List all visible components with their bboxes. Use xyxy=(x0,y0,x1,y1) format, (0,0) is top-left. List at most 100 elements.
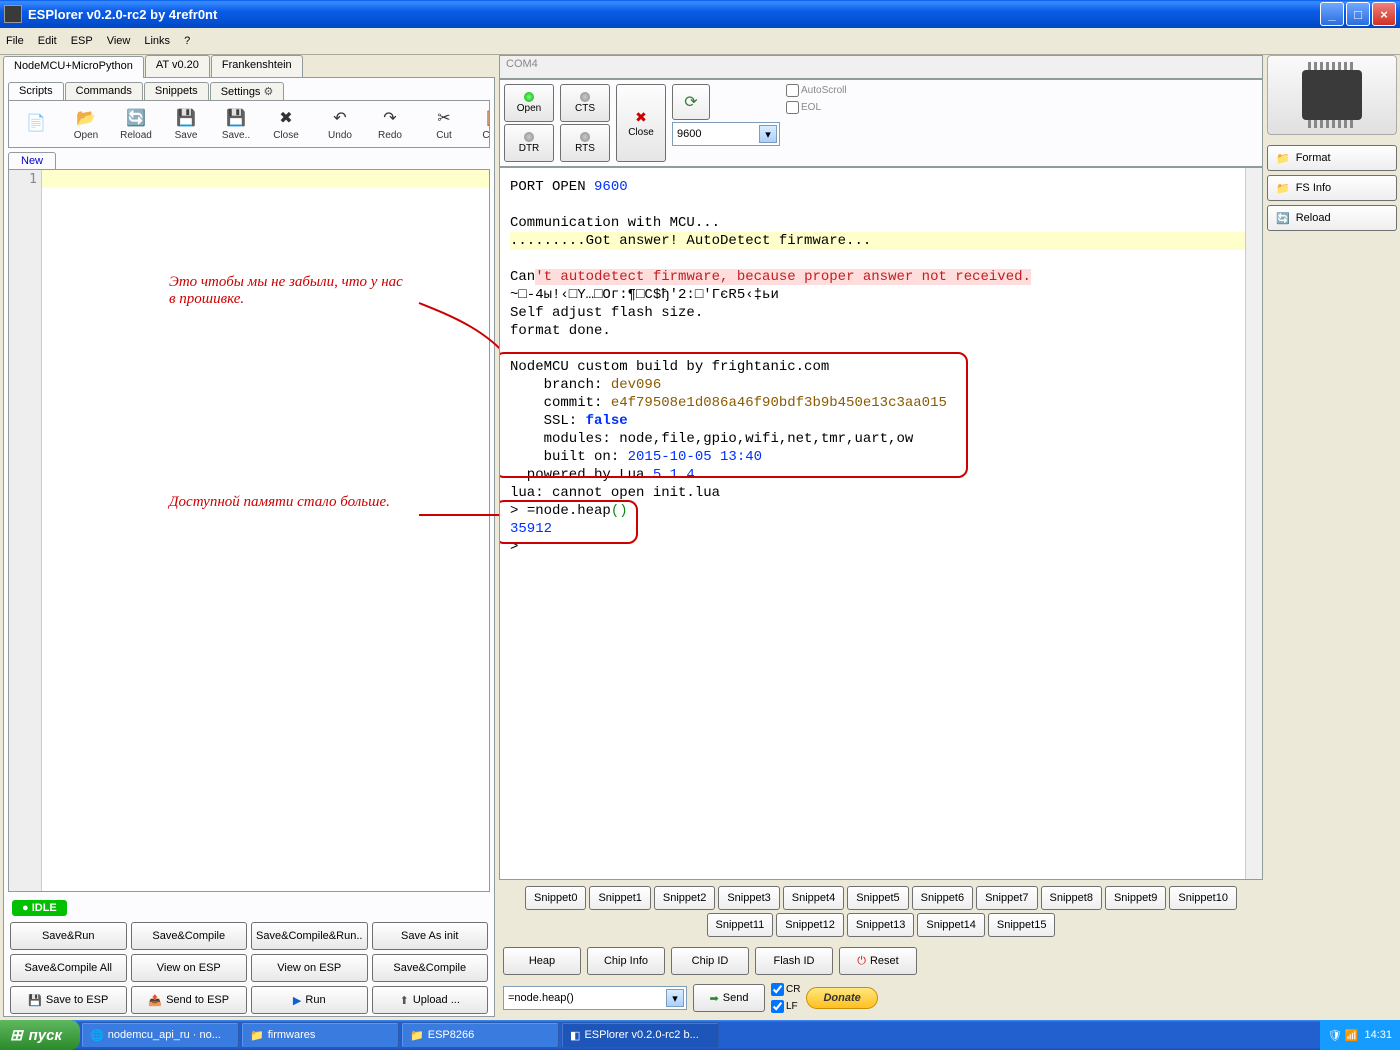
folder-icon: 📁 xyxy=(1276,182,1290,195)
open-port-button[interactable]: Open xyxy=(504,84,554,122)
tool-open[interactable]: 📂Open xyxy=(61,106,111,143)
run-button[interactable]: ▶Run xyxy=(251,986,368,1014)
view-on-esp-button[interactable]: View on ESP xyxy=(251,954,368,982)
fsinfo-button[interactable]: 📁FS Info xyxy=(1267,175,1397,201)
save-compile-all-button[interactable]: Save&Compile All xyxy=(10,954,127,982)
donate-button[interactable]: Donate xyxy=(806,987,877,1009)
menu-help[interactable]: ? xyxy=(184,35,190,47)
tab-at[interactable]: AT v0.20 xyxy=(145,55,210,77)
autoscroll-check[interactable]: AutoScroll xyxy=(786,84,847,97)
reload-icon: 🔄 xyxy=(1276,212,1290,225)
tool-icon: 🔄 xyxy=(126,108,146,128)
taskbar-item[interactable]: 📁ESP8266 xyxy=(401,1022,559,1048)
upload--button[interactable]: ⬆Upload ... xyxy=(372,986,489,1014)
tool-save..[interactable]: 💾Save.. xyxy=(211,106,261,143)
save-compile-run--button[interactable]: Save&Compile&Run.. xyxy=(251,922,368,950)
subtab-settings[interactable]: Settings xyxy=(210,82,285,100)
tool-close[interactable]: ✖Close xyxy=(261,106,311,143)
dtr-button[interactable]: DTR xyxy=(504,124,554,162)
taskbar-item-active[interactable]: ◧ESPlorer v0.2.0-rc2 b... xyxy=(561,1022,719,1048)
lf-check[interactable]: LF xyxy=(771,1000,800,1013)
tool-redo[interactable]: ↷Redo xyxy=(365,106,415,143)
send-button[interactable]: ➡Send xyxy=(693,984,765,1012)
eol-check[interactable]: EOL xyxy=(786,101,847,114)
menu-file[interactable]: File xyxy=(6,35,24,47)
tool-copy[interactable]: 📋Copy xyxy=(469,106,490,143)
snippet-button[interactable]: Snippet3 xyxy=(718,886,779,910)
refresh-button[interactable]: ⟳ xyxy=(672,84,710,120)
menu-links[interactable]: Links xyxy=(144,35,170,47)
windows-icon: ⊞ xyxy=(10,1026,23,1044)
snippet-button[interactable]: Snippet5 xyxy=(847,886,908,910)
save-compile-button[interactable]: Save&Compile xyxy=(131,922,248,950)
snippet-button[interactable]: Snippet15 xyxy=(988,913,1056,937)
save-to-esp-button[interactable]: 💾Save to ESP xyxy=(10,986,127,1014)
snippet-button[interactable]: Snippet14 xyxy=(917,913,985,937)
terminal-output[interactable]: PORT OPEN 9600 Communication with MCU...… xyxy=(499,167,1263,880)
menu-esp[interactable]: ESP xyxy=(71,35,93,47)
start-button[interactable]: ⊞пуск xyxy=(0,1020,80,1050)
taskbar-item[interactable]: 📁firmwares xyxy=(241,1022,399,1048)
tool-save[interactable]: 💾Save xyxy=(161,106,211,143)
send-icon: ➡ xyxy=(710,992,719,1005)
rts-button[interactable]: RTS xyxy=(560,124,610,162)
subtab-commands[interactable]: Commands xyxy=(65,82,143,100)
terminal-scrollbar[interactable] xyxy=(1245,168,1262,879)
cts-button[interactable]: CTS xyxy=(560,84,610,122)
heap-button[interactable]: Heap xyxy=(503,947,581,975)
tool-cut[interactable]: ✂Cut xyxy=(419,106,469,143)
led-grey-icon xyxy=(580,132,590,142)
format-button[interactable]: 📁Format xyxy=(1267,145,1397,171)
snippet-button[interactable]: Snippet10 xyxy=(1169,886,1237,910)
snippet-button[interactable]: Snippet4 xyxy=(783,886,844,910)
close-port-button[interactable]: ✖Close xyxy=(616,84,666,162)
chipinfo-button[interactable]: Chip Info xyxy=(587,947,665,975)
snippet-button[interactable]: Snippet2 xyxy=(654,886,715,910)
snippet-button[interactable]: Snippet7 xyxy=(976,886,1037,910)
snippet-button[interactable]: Snippet0 xyxy=(525,886,586,910)
close-button[interactable]: × xyxy=(1372,2,1396,26)
subtab-scripts[interactable]: Scripts xyxy=(8,82,64,100)
led-green-icon xyxy=(524,92,534,102)
com-port-label[interactable]: COM4 xyxy=(499,55,1263,79)
minimize-button[interactable]: _ xyxy=(1320,2,1344,26)
snippet-button[interactable]: Snippet9 xyxy=(1105,886,1166,910)
subtab-snippets[interactable]: Snippets xyxy=(144,82,209,100)
save-compile-button[interactable]: Save&Compile xyxy=(372,954,489,982)
menu-view[interactable]: View xyxy=(107,35,131,47)
flashid-button[interactable]: Flash ID xyxy=(755,947,833,975)
clock: 14:31 xyxy=(1364,1029,1392,1041)
file-tab-new[interactable]: New xyxy=(8,152,56,169)
snippet-button[interactable]: Snippet11 xyxy=(707,913,774,937)
snippet-button[interactable]: Snippet13 xyxy=(847,913,915,937)
reset-button[interactable]: ⏻Reset xyxy=(839,947,917,975)
tool-new[interactable]: 📄 xyxy=(11,111,61,137)
cr-check[interactable]: CR xyxy=(771,983,800,996)
snippet-button[interactable]: Snippet12 xyxy=(776,913,844,937)
baud-select[interactable]: 9600 xyxy=(672,122,780,146)
save-run-button[interactable]: Save&Run xyxy=(10,922,127,950)
tab-frank[interactable]: Frankenshtein xyxy=(211,55,303,77)
snippet-button[interactable]: Snippet8 xyxy=(1041,886,1102,910)
save-as-init-button[interactable]: Save As init xyxy=(372,922,489,950)
snippet-button[interactable]: Snippet1 xyxy=(589,886,650,910)
tool-icon: 📄 xyxy=(26,113,46,133)
tool-undo[interactable]: ↶Undo xyxy=(315,106,365,143)
maximize-button[interactable]: □ xyxy=(1346,2,1370,26)
led-grey-icon xyxy=(580,92,590,102)
send-to-esp-button[interactable]: 📤Send to ESP xyxy=(131,986,248,1014)
command-input[interactable]: =node.heap() xyxy=(503,986,687,1010)
tool-icon: ✂ xyxy=(434,108,454,128)
snippet-button[interactable]: Snippet6 xyxy=(912,886,973,910)
tab-nodemcu[interactable]: NodeMCU+MicroPython xyxy=(3,56,144,78)
annotation-1: Это чтобы мы не забыли, что у нас в прош… xyxy=(169,274,409,308)
editor-gutter: 1 xyxy=(9,170,42,891)
code-editor[interactable]: 1 Это чтобы мы не забыли, что у нас в пр… xyxy=(8,169,490,892)
reload-button[interactable]: 🔄Reload xyxy=(1267,205,1397,231)
chipid-button[interactable]: Chip ID xyxy=(671,947,749,975)
view-on-esp-button[interactable]: View on ESP xyxy=(131,954,248,982)
system-tray[interactable]: 🛡 📶14:31 xyxy=(1320,1020,1400,1050)
menu-edit[interactable]: Edit xyxy=(38,35,57,47)
taskbar-item[interactable]: 🌐nodemcu_api_ru · no... xyxy=(81,1022,239,1048)
tool-reload[interactable]: 🔄Reload xyxy=(111,106,161,143)
